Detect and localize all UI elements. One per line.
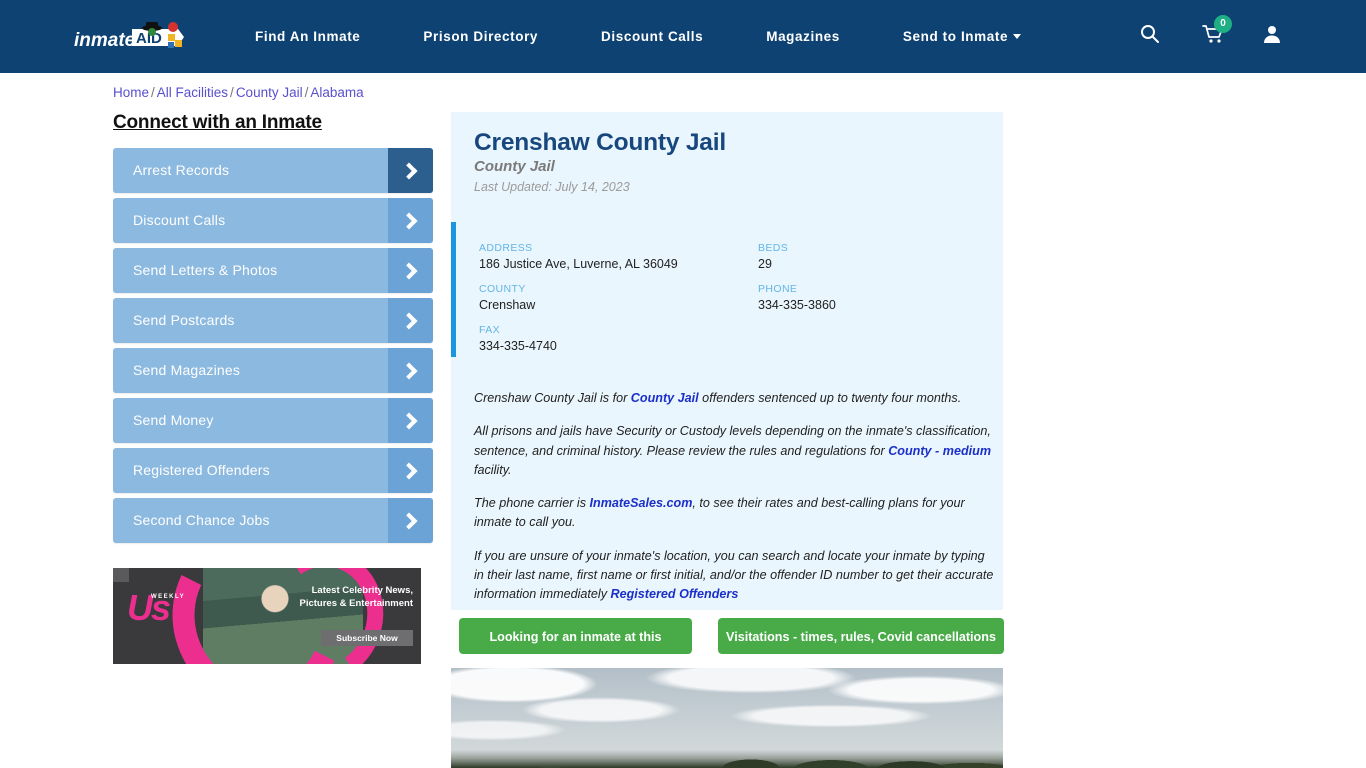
- info-fax-label: FAX: [479, 324, 501, 336]
- description-paragraph-3: The phone carrier is InmateSales.com, to…: [474, 494, 995, 533]
- sidebar-item-send-letters-photos[interactable]: Send Letters & Photos: [113, 248, 433, 293]
- breadcrumb: Home / All Facilities / County Jail / Alabama: [113, 85, 364, 100]
- facility-detail-card: Crenshaw County Jail County Jail Last Up…: [451, 112, 1003, 610]
- info-fax-value: 334-335-4740: [479, 339, 557, 353]
- ad-banner-us-weekly[interactable]: Us WEEKLY Latest Celebrity News, Picture…: [113, 568, 421, 664]
- info-beds: BEDS 29: [758, 242, 788, 271]
- info-phone-label: PHONE: [758, 283, 798, 295]
- desc-link-inmatesales[interactable]: InmateSales.com: [590, 496, 693, 510]
- ad-subscribe-button[interactable]: Subscribe Now: [321, 630, 413, 646]
- inmateaid-logo[interactable]: inmate AID: [74, 20, 188, 54]
- site-header: inmate AID Find An Inmate Prison Directo…: [0, 0, 1366, 73]
- ad-brand-sublabel: WEEKLY: [151, 594, 186, 600]
- sidebar-item-arrest-records[interactable]: Arrest Records: [113, 148, 433, 193]
- nav-magazines[interactable]: Magazines: [766, 29, 840, 44]
- sidebar-item-label: Second Chance Jobs: [133, 512, 270, 528]
- last-updated: Last Updated: July 14, 2023: [474, 180, 630, 194]
- desc-link-registered-offenders[interactable]: Registered Offenders: [610, 587, 738, 601]
- info-county-label: COUNTY: [479, 283, 526, 295]
- sidebar-item-label: Send Magazines: [133, 362, 241, 378]
- sidebar-item-send-postcards[interactable]: Send Postcards: [113, 298, 433, 343]
- chevron-right-icon: [388, 348, 433, 393]
- desc-p1-text-a: Crenshaw County Jail is for: [474, 391, 631, 405]
- desc-link-county-jail[interactable]: County Jail: [631, 391, 699, 405]
- nav-find-an-inmate[interactable]: Find An Inmate: [255, 29, 360, 44]
- sidebar-title: Connect with an Inmate: [113, 112, 322, 133]
- nav-send-to-inmate-label: Send to Inmate: [902, 29, 1009, 44]
- page-title: Crenshaw County Jail: [474, 129, 726, 156]
- desc-p1-text-b: offenders sentenced up to twenty four mo…: [698, 391, 962, 405]
- info-fax: FAX 334-335-4740: [479, 324, 557, 353]
- sidebar-item-label: Arrest Records: [133, 162, 230, 178]
- chevron-right-icon: [388, 248, 433, 293]
- breadcrumb-home[interactable]: Home: [113, 85, 149, 100]
- visitations-button[interactable]: Visitations - times, rules, Covid cancel…: [718, 618, 1004, 654]
- sidebar: Connect with an Inmate Arrest Records Di…: [113, 112, 433, 548]
- facility-photo-treeline: [451, 750, 1003, 768]
- info-address-value: 186 Justice Ave, Luverne, AL 36049: [479, 257, 678, 271]
- info-phone-value: 334-335-3860: [758, 298, 836, 312]
- nav-send-to-inmate[interactable]: Send to Inmate: [902, 29, 1022, 44]
- chevron-right-icon: [388, 448, 433, 493]
- desc-p3-text-a: The phone carrier is: [474, 496, 590, 511]
- looking-for-inmate-button[interactable]: Looking for an inmate at this facility?: [459, 618, 692, 680]
- breadcrumb-alabama[interactable]: Alabama: [310, 85, 363, 100]
- facility-photo: [451, 668, 1003, 768]
- breadcrumb-separator: /: [230, 85, 234, 100]
- sidebar-item-registered-offenders[interactable]: Registered Offenders: [113, 448, 433, 493]
- info-county: COUNTY Crenshaw: [479, 283, 535, 312]
- cart-icon[interactable]: 0: [1202, 15, 1232, 49]
- info-beds-value: 29: [758, 257, 772, 271]
- nav-discount-calls[interactable]: Discount Calls: [601, 29, 703, 44]
- info-county-value: Crenshaw: [479, 298, 536, 312]
- sidebar-item-second-chance-jobs[interactable]: Second Chance Jobs: [113, 498, 433, 543]
- chevron-down-icon: [1013, 34, 1022, 39]
- search-icon[interactable]: [1140, 24, 1160, 49]
- info-beds-label: BEDS: [758, 242, 789, 254]
- facility-type: County Jail: [474, 158, 555, 175]
- sidebar-item-send-money[interactable]: Send Money: [113, 398, 433, 443]
- info-address-label: ADDRESS: [479, 242, 533, 254]
- user-account-icon[interactable]: [1262, 24, 1282, 49]
- breadcrumb-all-facilities[interactable]: All Facilities: [157, 85, 228, 100]
- facility-info-panel: ADDRESS 186 Justice Ave, Luverne, AL 360…: [451, 222, 1003, 357]
- ad-corner-mark: [113, 568, 129, 582]
- breadcrumb-county-jail[interactable]: County Jail: [236, 85, 303, 100]
- inmateaid-logo-icon: inmate AID: [74, 22, 184, 51]
- chevron-right-icon: [388, 298, 433, 343]
- chevron-right-icon: [388, 498, 433, 543]
- sidebar-item-label: Send Postcards: [133, 312, 235, 328]
- desc-p2-text-b: facility.: [474, 462, 512, 477]
- cart-count-badge: 0: [1214, 15, 1232, 33]
- facility-description: Crenshaw County Jail is for County Jail …: [474, 389, 995, 619]
- svg-text:inmate: inmate: [74, 30, 136, 51]
- sidebar-item-label: Send Letters & Photos: [133, 262, 278, 278]
- ad-swoosh-shape-2: [250, 568, 396, 664]
- sidebar-item-label: Registered Offenders: [133, 462, 270, 478]
- ad-headline: Latest Celebrity News, Pictures & Entert…: [299, 585, 414, 609]
- info-address: ADDRESS 186 Justice Ave, Luverne, AL 360…: [479, 242, 678, 271]
- chevron-right-icon: [388, 198, 433, 243]
- breadcrumb-separator: /: [304, 85, 309, 100]
- description-paragraph-2: All prisons and jails have Security or C…: [474, 422, 995, 480]
- chevron-right-icon: [388, 398, 433, 443]
- breadcrumb-separator: /: [151, 85, 155, 100]
- sidebar-item-label: Discount Calls: [133, 212, 226, 228]
- info-phone: PHONE 334-335-3860: [758, 283, 836, 312]
- description-paragraph-1: Crenshaw County Jail is for County Jail …: [474, 389, 995, 408]
- sidebar-item-discount-calls[interactable]: Discount Calls: [113, 198, 433, 243]
- sidebar-item-send-magazines[interactable]: Send Magazines: [113, 348, 433, 393]
- desc-link-county-medium[interactable]: County - medium: [888, 444, 991, 458]
- facility-action-buttons: Looking for an inmate at this facility? …: [459, 618, 1004, 680]
- nav-prison-directory[interactable]: Prison Directory: [423, 29, 538, 44]
- description-paragraph-4: If you are unsure of your inmate's locat…: [474, 547, 995, 605]
- sidebar-item-label: Send Money: [133, 412, 214, 428]
- chevron-right-icon: [388, 148, 433, 193]
- main-nav: Find An Inmate Prison Directory Discount…: [255, 0, 1022, 73]
